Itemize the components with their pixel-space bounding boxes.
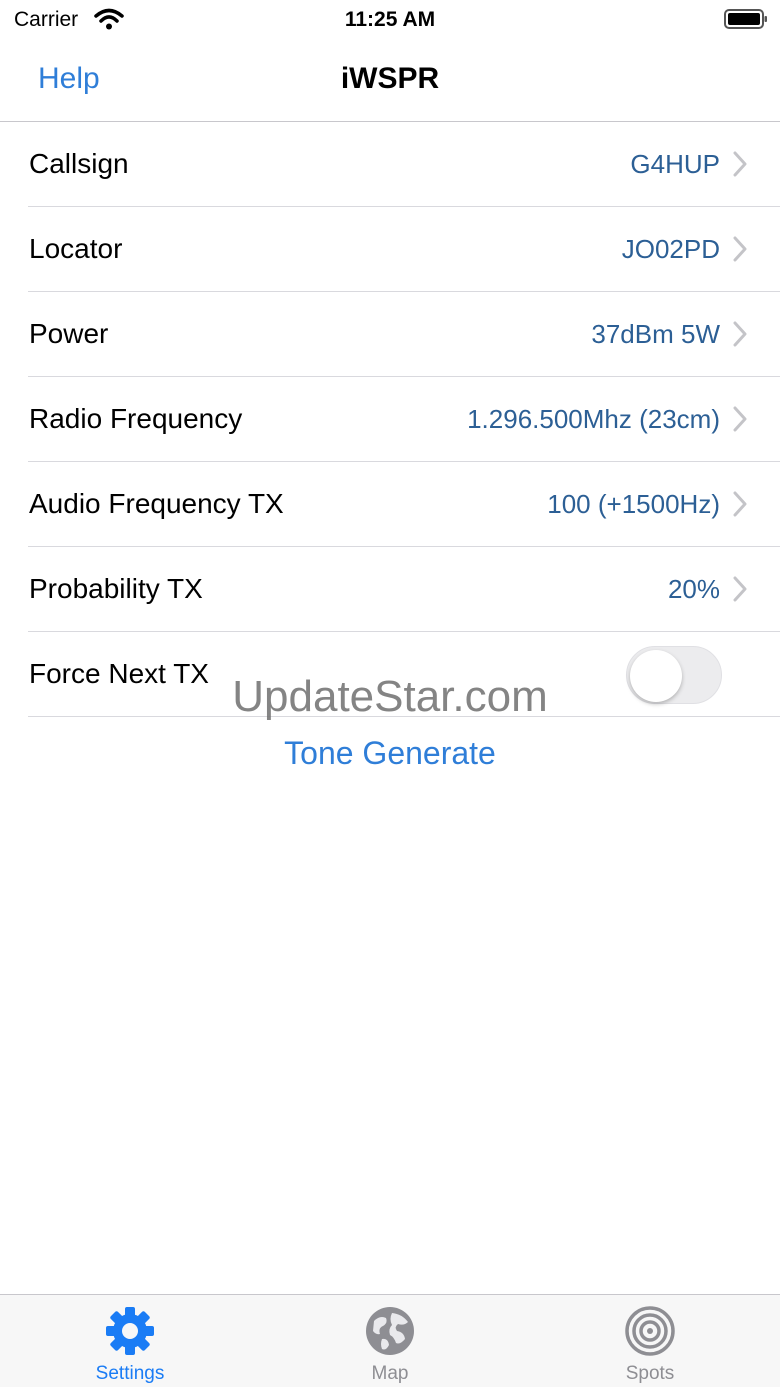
row-label: Probability TX xyxy=(29,573,203,604)
watermark: UpdateStar.com xyxy=(232,672,548,721)
row-value: JO02PD xyxy=(621,234,720,264)
tab-label: Spots xyxy=(625,1363,675,1384)
clock: 11:25 AM xyxy=(344,8,436,31)
battery-icon xyxy=(724,9,767,29)
setting-row-radio-frequency[interactable]: Radio Frequency 1.296.500Mhz (23cm) xyxy=(0,377,780,462)
chevron-right-icon xyxy=(733,406,747,432)
chevron-right-icon xyxy=(733,576,747,602)
row-value: 20% xyxy=(667,574,720,604)
tab-label: Map xyxy=(371,1363,409,1384)
row-label: Audio Frequency TX xyxy=(29,488,284,519)
row-value: 1.296.500Mhz (23cm) xyxy=(467,404,720,434)
setting-row-callsign[interactable]: Callsign G4HUP xyxy=(0,122,780,207)
setting-row-probability-tx[interactable]: Probability TX 20% xyxy=(0,547,780,632)
row-value: G4HUP xyxy=(630,149,720,179)
globe-icon xyxy=(366,1307,414,1355)
tab-bar: Settings Map Spots xyxy=(0,1294,780,1387)
gear-icon xyxy=(106,1307,154,1355)
tab-label: Settings xyxy=(95,1363,165,1384)
tab-map[interactable]: Map xyxy=(260,1295,520,1387)
settings-list: Callsign G4HUP Locator JO02PD Power 37dB… xyxy=(0,122,780,717)
row-value: 100 (+1500Hz) xyxy=(547,489,720,519)
tab-spots[interactable]: Spots xyxy=(520,1295,780,1387)
row-label: Locator xyxy=(29,233,123,264)
screen: Carrier 11:25 AM Help iWSPR Callsign G4H… xyxy=(0,0,780,1387)
target-icon xyxy=(625,1306,675,1356)
tone-generate-button[interactable]: Tone Generate xyxy=(0,735,780,772)
status-bar: Carrier 11:25 AM xyxy=(0,0,780,40)
chevron-right-icon xyxy=(733,491,747,517)
row-value: 37dBm 5W xyxy=(591,319,720,349)
setting-row-audio-frequency-tx[interactable]: Audio Frequency TX 100 (+1500Hz) xyxy=(0,462,780,547)
row-label: Radio Frequency xyxy=(29,403,243,434)
chevron-right-icon xyxy=(733,321,747,347)
row-label: Power xyxy=(29,318,109,349)
tab-settings[interactable]: Settings xyxy=(0,1295,260,1387)
navigation-bar: Help iWSPR xyxy=(0,40,780,122)
chevron-right-icon xyxy=(733,236,747,262)
page-title: iWSPR xyxy=(340,62,440,95)
setting-row-locator[interactable]: Locator JO02PD xyxy=(0,207,780,292)
row-label: Callsign xyxy=(29,148,129,179)
setting-row-power[interactable]: Power 37dBm 5W xyxy=(0,292,780,377)
chevron-right-icon xyxy=(733,151,747,177)
